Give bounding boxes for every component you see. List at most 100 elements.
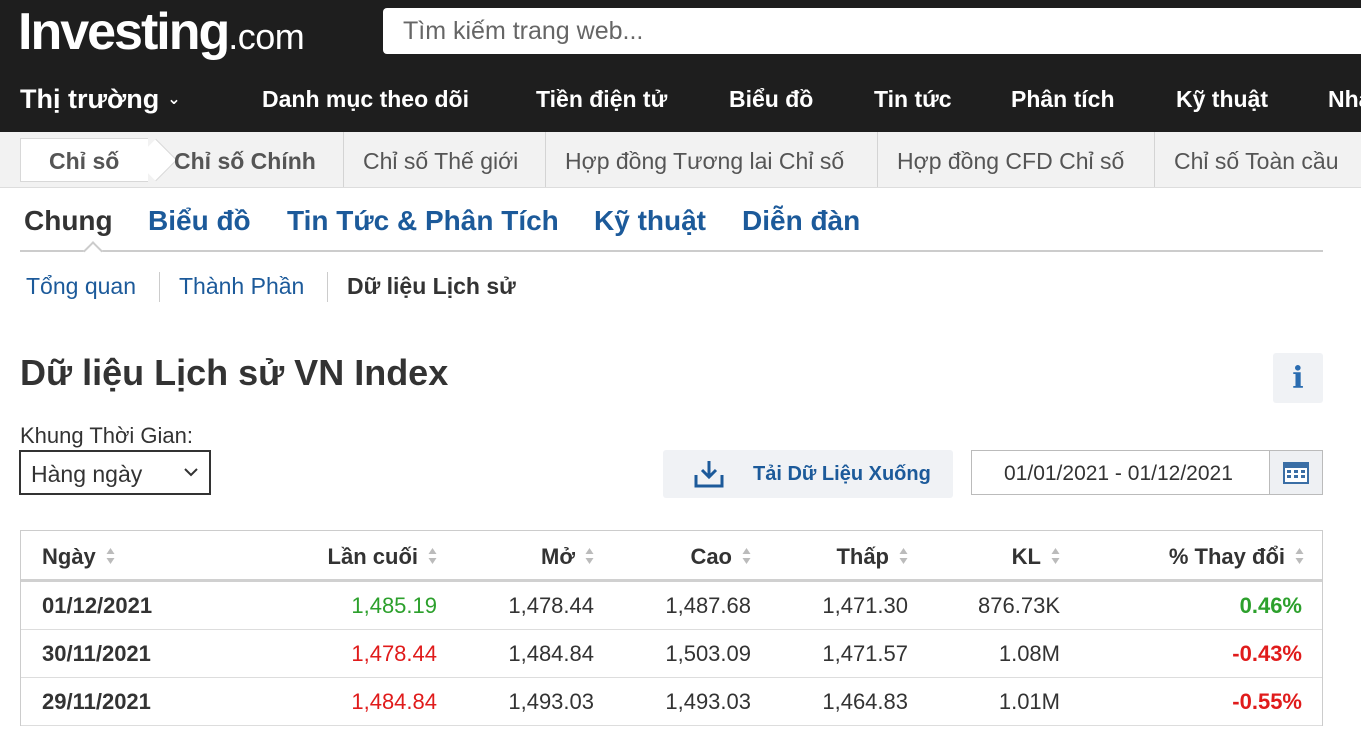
calendar-button[interactable] <box>1269 451 1322 494</box>
cell-date: 30/11/2021 <box>42 641 151 666</box>
subnav-item-world-indices[interactable]: Chỉ số Thế giới <box>363 148 518 175</box>
sort-icon <box>585 548 594 565</box>
nav-item-technical[interactable]: Kỹ thuật <box>1176 86 1268 113</box>
cell-open: 1,493.03 <box>508 689 594 714</box>
tab-news-analysis[interactable]: Tin Tức & Phân Tích <box>287 205 559 237</box>
divider <box>545 132 546 187</box>
nav-item-crypto[interactable]: Tiền điện tử <box>536 86 667 113</box>
sort-icon <box>428 548 437 565</box>
header-change-pct[interactable]: % Thay đổi <box>1169 531 1304 582</box>
table-row: 30/11/2021 1,478.44 1,484.84 1,503.09 1,… <box>21 630 1322 678</box>
header-low[interactable]: Thấp <box>836 531 908 582</box>
header-label: Cao <box>690 544 732 569</box>
cell-change-pct: -0.55% <box>1232 689 1302 714</box>
timeframe-label: Khung Thời Gian: <box>20 423 194 448</box>
download-label: Tải Dữ Liệu Xuống <box>753 463 931 485</box>
date-range-value: 01/01/2021 - 01/12/2021 <box>1004 462 1233 485</box>
investing-logo[interactable]: Investing .com <box>18 2 305 61</box>
historical-data-table: Ngày Lần cuối Mở Cao Thấp KL % Thay đổi … <box>20 530 1323 726</box>
subnav-item-index-cfds[interactable]: Hợp đồng CFD Chỉ số <box>897 148 1124 175</box>
cell-volume: 1.08M <box>998 641 1060 666</box>
cell-volume: 1.01M <box>998 689 1060 714</box>
chevron-down-icon <box>184 468 198 477</box>
header-high[interactable]: Cao <box>690 531 751 582</box>
nav-item-watchlist[interactable]: Danh mục theo dõi <box>262 86 469 113</box>
cell-open: 1,484.84 <box>508 641 594 666</box>
main-nav: Thị trường ⌄ Danh mục theo dõi Tiền điện … <box>0 62 1361 132</box>
nav-item-more[interactable]: Nha <box>1328 86 1361 113</box>
info-button[interactable]: i <box>1273 353 1323 403</box>
divider <box>1154 132 1155 187</box>
cell-low: 1,471.57 <box>822 641 908 666</box>
cell-low: 1,471.30 <box>822 593 908 618</box>
search-box[interactable] <box>383 8 1361 54</box>
header-label: KL <box>1011 544 1041 569</box>
nav-item-news[interactable]: Tin tức <box>874 86 952 113</box>
divider <box>343 132 344 187</box>
cell-low: 1,464.83 <box>822 689 908 714</box>
sort-icon <box>899 548 908 565</box>
subtab-historical-data[interactable]: Dữ liệu Lịch sử <box>347 273 516 300</box>
header-label: % Thay đổi <box>1168 544 1285 569</box>
subtab-components[interactable]: Thành Phần <box>179 273 304 300</box>
sort-icon <box>742 548 751 565</box>
divider <box>877 132 878 187</box>
sort-icon <box>1295 548 1304 565</box>
active-tab-pointer <box>83 241 103 261</box>
cell-change-pct: -0.43% <box>1232 641 1302 666</box>
sort-icon <box>1051 548 1060 565</box>
header-label: Mở <box>541 544 575 569</box>
subnav-item-global-indices[interactable]: Chỉ số Toàn cầu <box>1174 148 1339 175</box>
cell-open: 1,478.44 <box>508 593 594 618</box>
subtab-overview[interactable]: Tổng quan <box>26 273 136 300</box>
header-date[interactable]: Ngày <box>42 531 115 582</box>
search-input[interactable] <box>403 16 1353 46</box>
table-header: Ngày Lần cuối Mở Cao Thấp KL % Thay đổi <box>21 531 1322 582</box>
date-range-picker[interactable]: 01/01/2021 - 01/12/2021 <box>971 450 1323 495</box>
header-last[interactable]: Lần cuối <box>328 531 437 582</box>
nav-item-analysis[interactable]: Phân tích <box>1011 86 1115 113</box>
download-data-button[interactable]: Tải Dữ Liệu Xuống <box>663 450 953 498</box>
header-volume[interactable]: KL <box>1012 531 1060 582</box>
cell-high: 1,487.68 <box>665 593 751 618</box>
logo-brand: Investing <box>18 3 230 61</box>
cell-date: 29/11/2021 <box>42 689 151 714</box>
cell-high: 1,493.03 <box>665 689 751 714</box>
calendar-icon <box>1283 461 1309 484</box>
cell-change-pct: 0.46% <box>1239 593 1302 618</box>
nav-item-label: Thị trường <box>20 84 160 114</box>
tab-forum[interactable]: Diễn đàn <box>742 205 860 237</box>
subnav-item-index-futures[interactable]: Hợp đồng Tương lai Chỉ số <box>565 148 844 175</box>
cell-date: 01/12/2021 <box>42 593 153 618</box>
page-title: Dữ liệu Lịch sử VN Index <box>20 352 449 393</box>
section-tabs: Chung Biểu đồ Tin Tức & Phân Tích Kỹ thu… <box>20 188 1323 261</box>
header-label: Thấp <box>836 544 889 569</box>
tab-chart[interactable]: Biểu đồ <box>148 205 251 237</box>
tab-general[interactable]: Chung <box>24 205 113 237</box>
header-open[interactable]: Mở <box>541 531 594 582</box>
divider <box>159 272 160 302</box>
nav-item-charts[interactable]: Biểu đồ <box>729 86 813 113</box>
caret-down-icon: ⌄ <box>167 91 181 108</box>
timeframe-selected-value: Hàng ngày <box>31 461 143 487</box>
subnav-item-major-indices[interactable]: Chỉ số Chính <box>174 148 316 175</box>
table-row: 01/12/2021 1,485.19 1,478.44 1,487.68 1,… <box>21 582 1322 630</box>
download-icon <box>694 461 724 488</box>
timeframe-select[interactable]: Hàng ngày <box>19 450 211 495</box>
cell-last: 1,484.84 <box>351 689 437 714</box>
cell-last: 1,478.44 <box>351 641 437 666</box>
tab-technical[interactable]: Kỹ thuật <box>594 205 706 237</box>
nav-item-markets[interactable]: Thị trường ⌄ <box>20 84 181 115</box>
sort-icon <box>106 548 115 565</box>
sub-nav: Chỉ số Chỉ số Chính Chỉ số Thế giới Hợp … <box>0 132 1361 188</box>
cell-volume: 876.73K <box>978 593 1060 618</box>
header-label: Lần cuối <box>327 544 418 569</box>
breadcrumb-indices[interactable]: Chỉ số <box>20 138 148 182</box>
header-label: Ngày <box>42 544 96 569</box>
divider <box>327 272 328 302</box>
top-bar: Investing .com <box>0 0 1361 62</box>
logo-suffix: .com <box>228 16 305 57</box>
cell-last: 1,485.19 <box>351 593 437 618</box>
info-icon: i <box>1292 360 1304 396</box>
table-row: 29/11/2021 1,484.84 1,493.03 1,493.03 1,… <box>21 678 1322 726</box>
